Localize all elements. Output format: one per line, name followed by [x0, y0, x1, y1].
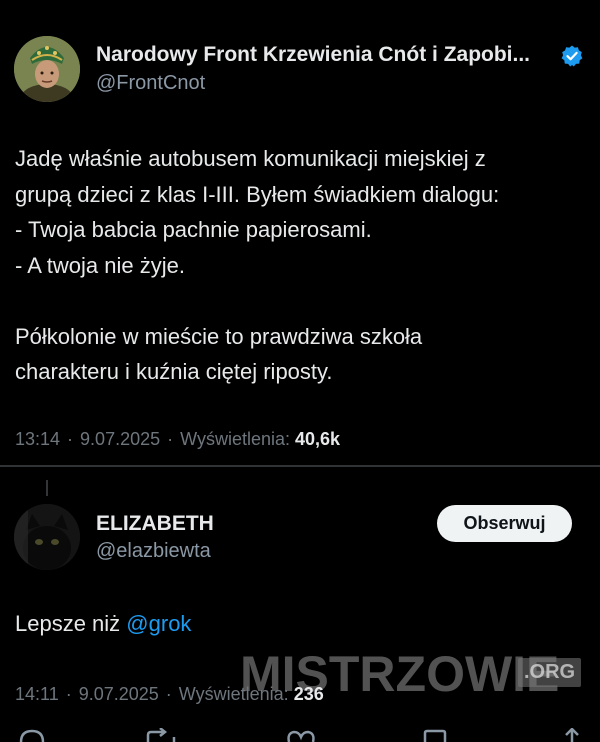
views-count: 40,6k — [295, 429, 341, 449]
reply-meta: 14:11 · 9.07.2025 · Wyświetlenia: 236 — [15, 684, 324, 704]
share-icon[interactable] — [560, 728, 584, 742]
reply-time[interactable]: 14:11 — [15, 684, 59, 704]
reply-avatar[interactable] — [14, 504, 80, 570]
tweet-time[interactable]: 13:14 — [15, 429, 60, 449]
follow-button[interactable]: Obserwuj — [437, 505, 572, 542]
avatar-portrait-icon — [14, 36, 80, 102]
mention-link[interactable]: @grok — [126, 611, 191, 636]
tweet-line: Jadę właśnie autobusem komunikacji miejs… — [15, 146, 486, 171]
thread-connector — [46, 480, 48, 496]
tweet-date[interactable]: 9.07.2025 — [80, 429, 160, 449]
reply-text: Lepsze niż — [15, 611, 127, 636]
reply-display-name[interactable]: ELIZABETH — [96, 512, 214, 536]
author-handle[interactable]: @FrontCnot — [96, 72, 205, 95]
author-avatar[interactable] — [14, 36, 80, 102]
tweet-line: Półkolonie w mieście to prawdziwa szkoła — [15, 323, 423, 349]
tweet-line: grupą dzieci z klas I-III. Byłem świadki… — [15, 181, 500, 207]
tweet-meta: 13:14 · 9.07.2025 · Wyświetlenia: 40,6k — [15, 429, 341, 449]
watermark-suffix: .ORG — [518, 658, 582, 687]
verified-badge-icon — [561, 45, 583, 67]
action-bar — [0, 728, 600, 742]
reply-icon[interactable] — [18, 728, 46, 742]
reply-line: Lepsze niż @grok — [15, 606, 191, 642]
reply-body: Lepsze niż @grok — [15, 606, 191, 642]
like-icon[interactable] — [285, 728, 317, 742]
tweet-line — [15, 283, 499, 319]
reply-views-count: 236 — [293, 684, 324, 704]
bookmark-icon[interactable] — [422, 728, 448, 742]
avatar-cat-icon — [14, 504, 80, 570]
main-tweet: Narodowy Front Krzewienia Cnót i Zapobi.… — [0, 0, 600, 466]
tweet-line: - A twoja nie żyje. — [15, 252, 185, 278]
views-label: Wyświetlenia: — [180, 429, 290, 449]
reply-date[interactable]: 9.07.2025 — [79, 684, 159, 704]
author-display-name[interactable]: Narodowy Front Krzewienia Cnót i Zapobi.… — [96, 43, 530, 67]
reply-views-label: Wyświetlenia: — [178, 684, 289, 704]
reply-handle[interactable]: @elazbiewta — [96, 540, 211, 563]
tweet-divider — [0, 465, 600, 467]
tweet-line: charakteru i kuźnia ciętej riposty. — [15, 359, 333, 384]
tweet-line: - Twoja babcia pachnie papierosami. — [15, 217, 372, 242]
tweet-body: Jadę właśnie autobusem komunikacji miejs… — [15, 141, 499, 390]
repost-icon[interactable] — [144, 728, 178, 742]
